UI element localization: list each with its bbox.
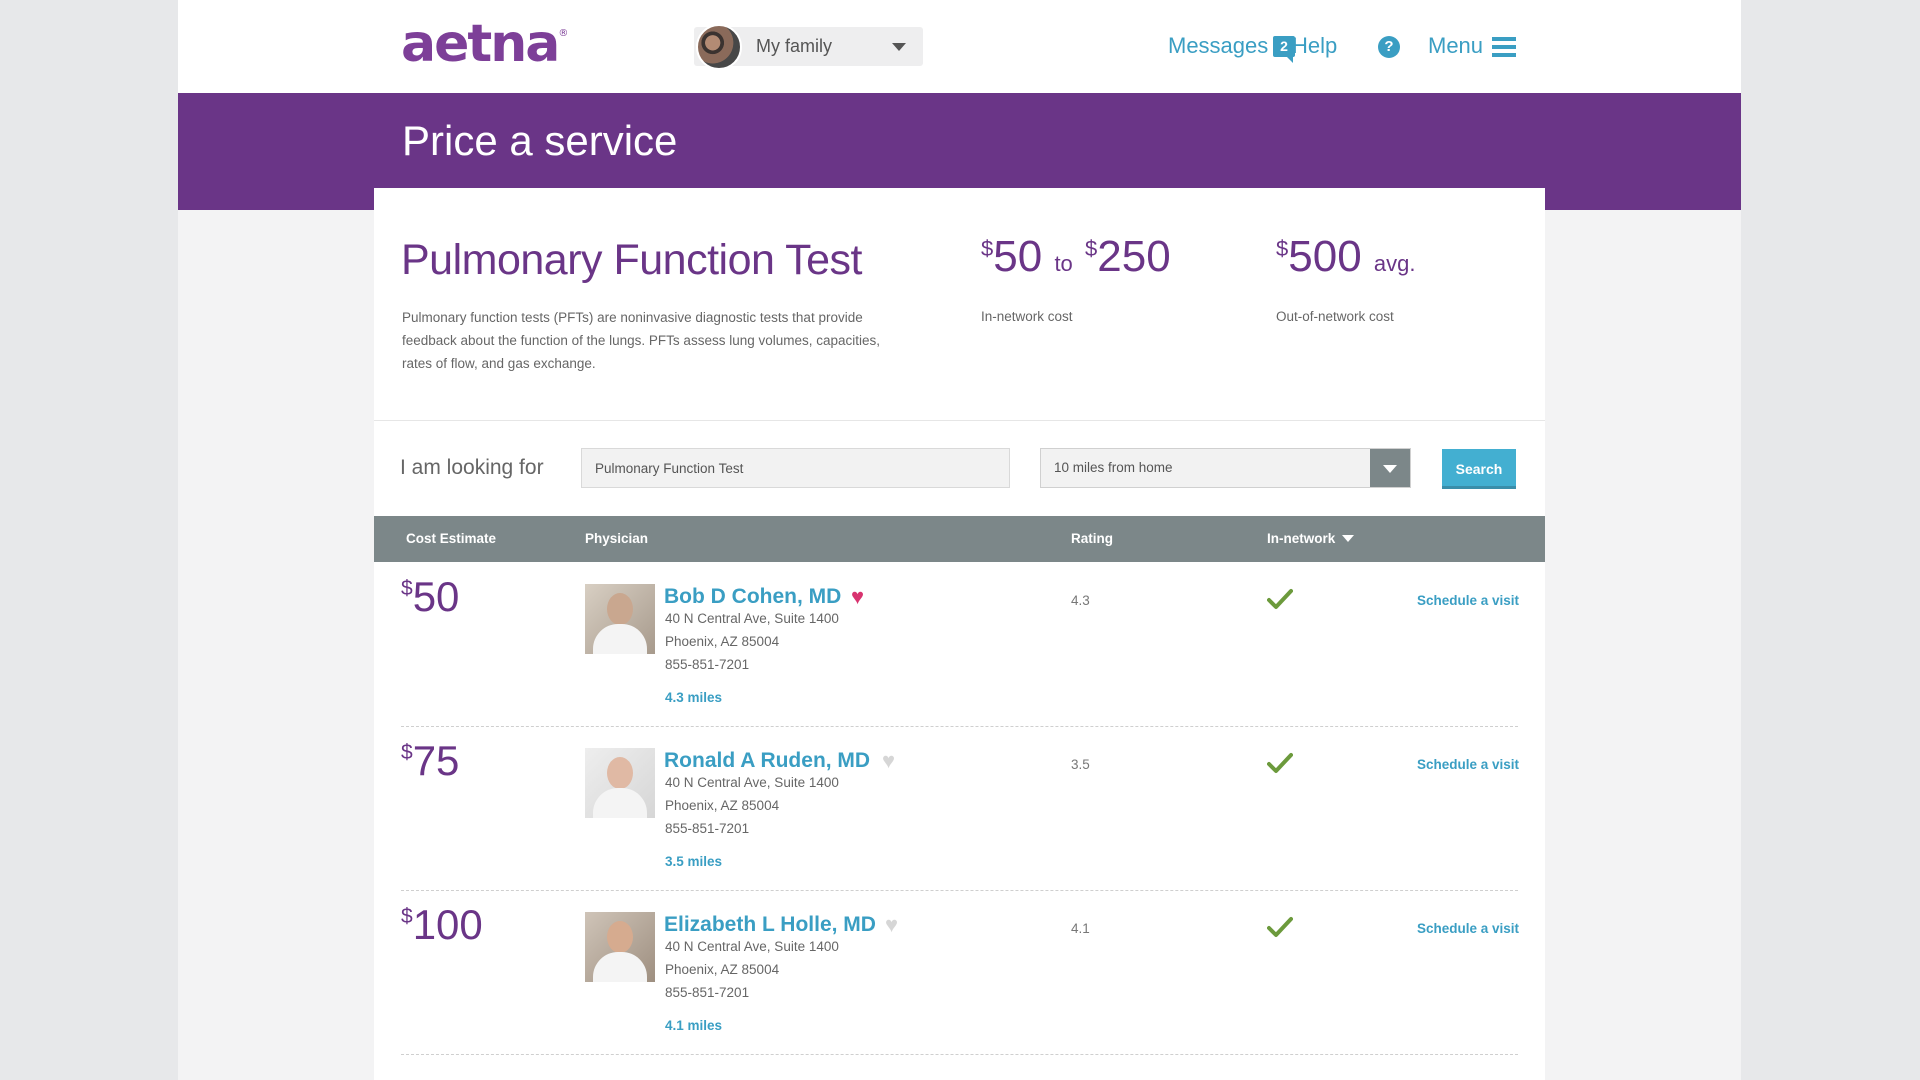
logo-trademark: ® xyxy=(558,28,569,39)
out-of-network-price: $500 avg. xyxy=(1276,232,1416,282)
physician-name-link[interactable]: Bob D Cohen, MD xyxy=(664,585,841,609)
in-network-price-range: $50 to $250 xyxy=(981,232,1171,282)
column-header-in-network[interactable]: In-network xyxy=(1267,531,1355,546)
section-divider xyxy=(374,420,1545,421)
physician-rating: 4.1 xyxy=(1071,921,1090,936)
top-header: aetna® My family Messages 2 Help ? Menu xyxy=(178,0,1741,93)
favorite-heart-icon[interactable]: ♥ xyxy=(882,750,895,772)
physician-phone: 855-851-7201 xyxy=(665,821,750,836)
column-header-cost[interactable]: Cost Estimate xyxy=(406,531,496,546)
checkmark-icon xyxy=(1267,917,1293,937)
physician-city: Phoenix, AZ 85004 xyxy=(665,798,780,813)
checkmark-icon xyxy=(1267,589,1293,609)
currency-symbol: $ xyxy=(1276,236,1289,261)
physician-name-link[interactable]: Ronald A Ruden, MD xyxy=(664,749,870,773)
menu-label: Menu xyxy=(1428,33,1484,58)
physician-photo[interactable] xyxy=(585,748,655,818)
service-card: Pulmonary Function Test Pulmonary functi… xyxy=(374,188,1545,1080)
favorite-heart-icon[interactable]: ♥ xyxy=(851,586,864,608)
table-row: $75 Ronald A Ruden, MD ♥ 40 N Central Av… xyxy=(374,727,1545,891)
out-of-network-avg: 500 xyxy=(1288,232,1362,281)
column-header-rating[interactable]: Rating xyxy=(1071,531,1113,546)
page-title: Price a service xyxy=(402,117,678,164)
physician-street: 40 N Central Ave, Suite 1400 xyxy=(665,611,839,626)
help-icon[interactable]: ? xyxy=(1378,36,1400,58)
cost-value: 50 xyxy=(412,573,460,620)
sort-caret-icon xyxy=(1342,534,1355,542)
in-network-header-label: In-network xyxy=(1267,531,1336,546)
help-label: Help xyxy=(1292,33,1338,58)
checkmark-icon xyxy=(1267,753,1293,773)
chevron-down-icon[interactable] xyxy=(1370,449,1410,487)
family-avatar xyxy=(696,24,742,70)
physician-street: 40 N Central Ave, Suite 1400 xyxy=(665,939,839,954)
table-row: $50 Bob D Cohen, MD ♥ 40 N Central Ave, … xyxy=(374,563,1545,727)
app-frame: aetna® My family Messages 2 Help ? Menu … xyxy=(178,0,1741,1080)
physician-rating: 3.5 xyxy=(1071,757,1090,772)
cost-estimate: $75 xyxy=(401,737,459,785)
search-prompt: I am looking for xyxy=(400,456,544,479)
member-selector-label: My family xyxy=(756,36,832,56)
physician-city: Phoenix, AZ 85004 xyxy=(665,962,780,977)
column-header-physician[interactable]: Physician xyxy=(585,531,648,546)
physician-phone: 855-851-7201 xyxy=(665,985,750,1000)
schedule-visit-link[interactable]: Schedule a visit xyxy=(1417,757,1519,772)
schedule-visit-link[interactable]: Schedule a visit xyxy=(1417,593,1519,608)
physician-name-link[interactable]: Elizabeth L Holle, MD xyxy=(664,913,876,937)
currency-symbol: $ xyxy=(1085,236,1098,261)
physician-photo[interactable] xyxy=(585,584,655,654)
search-button[interactable]: Search xyxy=(1442,449,1516,489)
avg-suffix: avg. xyxy=(1373,251,1416,276)
service-description: Pulmonary function tests (PFTs) are noni… xyxy=(402,310,881,371)
physician-distance: 4.1 miles xyxy=(665,1018,723,1033)
service-name: Pulmonary Function Test xyxy=(401,236,862,284)
favorite-heart-icon[interactable]: ♥ xyxy=(885,914,898,936)
table-row: $100 Elizabeth L Holle, MD ♥ 40 N Centra… xyxy=(374,891,1545,1055)
cost-estimate: $50 xyxy=(401,573,459,621)
cost-value: 75 xyxy=(412,737,460,784)
cost-value: 100 xyxy=(412,901,483,948)
physician-phone: 855-851-7201 xyxy=(665,657,750,672)
distance-value: 10 miles from home xyxy=(1054,460,1173,475)
in-network-low: 50 xyxy=(993,232,1043,281)
member-selector[interactable]: My family xyxy=(694,24,923,70)
in-network-high: 250 xyxy=(1097,232,1171,281)
out-of-network-cost-label: Out-of-network cost xyxy=(1276,309,1394,324)
physician-street: 40 N Central Ave, Suite 1400 xyxy=(665,775,839,790)
physician-photo[interactable] xyxy=(585,912,655,982)
in-network-cost-label: In-network cost xyxy=(981,309,1073,324)
distance-select[interactable]: 10 miles from home xyxy=(1040,448,1411,488)
physician-distance: 3.5 miles xyxy=(665,854,723,869)
results-table-header: Cost Estimate Physician Rating In-networ… xyxy=(374,516,1545,562)
physician-rating: 4.3 xyxy=(1071,593,1090,608)
service-search-input[interactable] xyxy=(581,448,1010,488)
currency-symbol: $ xyxy=(401,577,413,600)
hamburger-menu-icon[interactable] xyxy=(1492,37,1516,57)
currency-symbol: $ xyxy=(401,905,413,928)
chevron-down-icon xyxy=(892,43,906,51)
physician-distance: 4.3 miles xyxy=(665,690,723,705)
messages-label: Messages xyxy=(1168,33,1269,58)
messages-link[interactable]: Messages xyxy=(1168,33,1268,59)
physician-city: Phoenix, AZ 85004 xyxy=(665,634,780,649)
cost-estimate: $100 xyxy=(401,901,483,949)
schedule-visit-link[interactable]: Schedule a visit xyxy=(1417,921,1519,936)
help-link[interactable]: Help xyxy=(1292,33,1337,59)
aetna-logo[interactable]: aetna® xyxy=(401,14,568,74)
currency-symbol: $ xyxy=(981,236,994,261)
currency-symbol: $ xyxy=(401,741,413,764)
range-separator: to xyxy=(1054,251,1073,276)
logo-text: aetna xyxy=(401,14,560,74)
row-divider xyxy=(401,1054,1518,1055)
menu-link[interactable]: Menu xyxy=(1428,33,1483,59)
